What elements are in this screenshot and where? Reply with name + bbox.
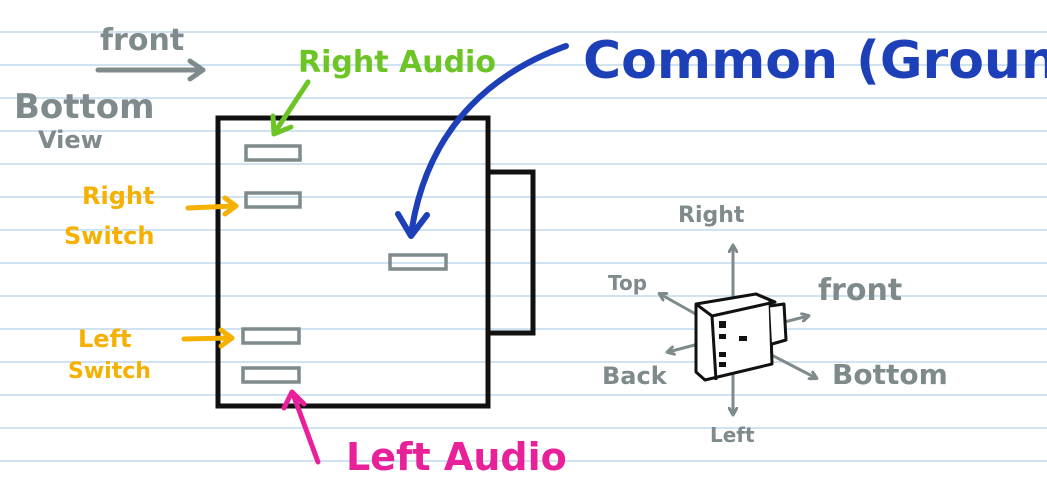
- axis-top-label: Top: [608, 271, 647, 295]
- pin-right-audio: [244, 144, 302, 162]
- left-switch-label-line2: Switch: [68, 359, 151, 384]
- right-switch-label-line1: Right: [82, 182, 154, 210]
- common-ground-label: Common (Ground): [583, 31, 1047, 91]
- jack-sketch: [694, 292, 788, 382]
- axis-back-label: Back: [602, 362, 668, 390]
- bottom-label: Bottom: [14, 87, 155, 127]
- left-switch-callout: Left Switch: [68, 325, 235, 384]
- pin-left-audio: [241, 366, 301, 384]
- left-audio-label: Left Audio: [346, 435, 567, 479]
- jack-sketch-barrel: [769, 302, 788, 346]
- jack-sketch-pin: [739, 336, 747, 341]
- jack-sketch-pin: [719, 362, 726, 367]
- jack-sketch-pin: [719, 352, 726, 357]
- orientation-note: front Bottom View: [14, 23, 206, 154]
- axis-right-label: Right: [678, 203, 745, 228]
- orientation-axes: Right Top front Back Bottom Left: [602, 203, 948, 447]
- left-switch-arrow: [181, 335, 233, 342]
- right-switch-label-line2: Switch: [64, 222, 154, 250]
- jack-body: [215, 115, 536, 409]
- jack-sketch-pin: [719, 321, 726, 328]
- jack-pinout-diagram: front Bottom View Right Audio Common (Gr…: [14, 23, 1047, 479]
- jack-sketch-body: [694, 292, 774, 382]
- jack-sketch-pin: [719, 334, 726, 339]
- front-label: front: [100, 23, 184, 58]
- right-audio-arrow: [272, 79, 311, 135]
- right-audio-callout: Right Audio: [270, 45, 496, 137]
- pin-right-switch: [244, 191, 302, 209]
- front-direction-arrow: [95, 58, 206, 82]
- right-switch-arrow: [185, 203, 237, 211]
- view-label: View: [38, 126, 103, 154]
- right-switch-callout: Right Switch: [64, 182, 239, 250]
- jack-barrel: [488, 169, 536, 336]
- left-switch-label-line1: Left: [78, 325, 131, 353]
- axis-front-label: front: [818, 273, 902, 308]
- pin-common-ground: [388, 253, 448, 271]
- axis-bottom-label: Bottom: [832, 358, 948, 391]
- pin-left-switch: [241, 327, 301, 345]
- right-audio-label: Right Audio: [298, 45, 496, 80]
- axis-left-label: Left: [710, 423, 755, 447]
